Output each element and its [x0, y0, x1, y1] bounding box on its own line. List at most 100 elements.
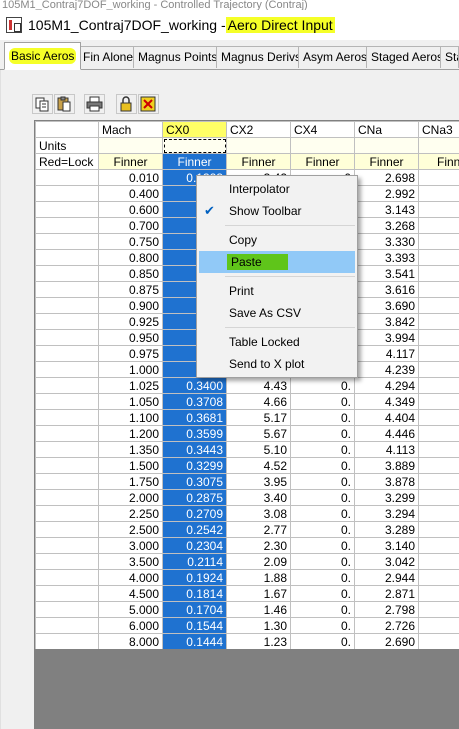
cell-cx2[interactable]: 1.88	[226, 569, 291, 586]
source-cell[interactable]: Finner	[226, 153, 291, 170]
cell-cx2[interactable]: 5.67	[226, 425, 291, 442]
cell-cna[interactable]: 4.113	[354, 441, 419, 458]
cell-cx4[interactable]: 0.	[290, 505, 355, 522]
cell-cna[interactable]: 3.616	[354, 281, 419, 298]
column-header-cx4[interactable]: CX4	[290, 121, 355, 138]
units-cell[interactable]	[418, 137, 459, 154]
cell-cna3[interactable]	[418, 521, 459, 538]
cell-cna3[interactable]	[418, 409, 459, 426]
units-cell[interactable]	[98, 137, 163, 154]
cell-cna3[interactable]	[418, 345, 459, 362]
cell-cna[interactable]: 3.690	[354, 297, 419, 314]
cell-cx4[interactable]: 0.	[290, 425, 355, 442]
cell-mach[interactable]: 1.500	[98, 457, 163, 474]
cell-cna3[interactable]	[418, 441, 459, 458]
cell-mach[interactable]: 0.975	[98, 345, 163, 362]
paste-icon[interactable]	[54, 94, 75, 114]
cell-cna[interactable]: 3.299	[354, 489, 419, 506]
print-icon[interactable]	[84, 94, 105, 114]
cell-cx2[interactable]: 1.67	[226, 585, 291, 602]
cell-cx4[interactable]: 0.	[290, 617, 355, 634]
cell-cx0[interactable]: 0.2114	[162, 553, 227, 570]
cell-cx2[interactable]: 1.30	[226, 617, 291, 634]
cell-cx2[interactable]: 3.95	[226, 473, 291, 490]
column-header-cna[interactable]: CNa	[354, 121, 419, 138]
cell-mach[interactable]: 1.000	[98, 361, 163, 378]
cell-cna[interactable]: 3.842	[354, 313, 419, 330]
cell-cx0[interactable]: 0.3075	[162, 473, 227, 490]
clear-icon[interactable]	[138, 94, 159, 114]
cell-cna[interactable]: 4.404	[354, 409, 419, 426]
cell-cna3[interactable]	[418, 217, 459, 234]
cell-mach[interactable]: 1.200	[98, 425, 163, 442]
cell-cx4[interactable]: 0.	[290, 585, 355, 602]
cell-cna3[interactable]	[418, 297, 459, 314]
menu-item-table-locked[interactable]: Table Locked	[197, 331, 357, 353]
cell-mach[interactable]: 3.000	[98, 537, 163, 554]
source-cell[interactable]: Finner	[290, 153, 355, 170]
cell-cx2[interactable]: 2.09	[226, 553, 291, 570]
cell-cna[interactable]: 2.798	[354, 601, 419, 618]
cell-cx0[interactable]: 0.3681	[162, 409, 227, 426]
cell-mach[interactable]: 3.500	[98, 553, 163, 570]
cell-cna[interactable]: 2.726	[354, 617, 419, 634]
cell-cna3[interactable]	[418, 585, 459, 602]
menu-item-copy[interactable]: Copy	[197, 229, 357, 251]
cell-cx4[interactable]: 0.	[290, 537, 355, 554]
cell-cx4[interactable]: 0.	[290, 601, 355, 618]
cell-mach[interactable]: 1.100	[98, 409, 163, 426]
cell-cna3[interactable]	[418, 553, 459, 570]
cell-cx0[interactable]: 0.2875	[162, 489, 227, 506]
column-header-mach[interactable]: Mach	[98, 121, 163, 138]
cell-mach[interactable]: 0.925	[98, 313, 163, 330]
cell-cx4[interactable]: 0.	[290, 441, 355, 458]
cell-mach[interactable]: 0.010	[98, 169, 163, 186]
cell-cna3[interactable]	[418, 265, 459, 282]
cell-cx0[interactable]: 0.2709	[162, 505, 227, 522]
tab-sta[interactable]: Sta	[440, 46, 459, 68]
cell-cna3[interactable]	[418, 281, 459, 298]
cell-cna[interactable]: 3.393	[354, 249, 419, 266]
cell-cx0[interactable]: 0.3443	[162, 441, 227, 458]
cell-cx2[interactable]: 5.10	[226, 441, 291, 458]
cell-cna[interactable]: 3.042	[354, 553, 419, 570]
units-cell[interactable]	[290, 137, 355, 154]
cell-cx2[interactable]: 2.77	[226, 521, 291, 538]
cell-cx4[interactable]: 0.	[290, 473, 355, 490]
cell-cx2[interactable]: 4.66	[226, 393, 291, 410]
cell-cna[interactable]: 3.889	[354, 457, 419, 474]
cell-cx4[interactable]: 0.	[290, 521, 355, 538]
cell-cna[interactable]: 4.294	[354, 377, 419, 394]
cell-cna[interactable]: 2.690	[354, 633, 419, 649]
cell-cna3[interactable]	[418, 601, 459, 618]
cell-cna3[interactable]	[418, 537, 459, 554]
cell-mach[interactable]: 0.400	[98, 185, 163, 202]
source-cell[interactable]: Finne	[418, 153, 459, 170]
column-header-cx0[interactable]: CX0	[162, 121, 227, 138]
cell-mach[interactable]: 0.700	[98, 217, 163, 234]
units-cell[interactable]	[354, 137, 419, 154]
cell-cna3[interactable]	[418, 617, 459, 634]
cell-cx4[interactable]: 0.	[290, 569, 355, 586]
cell-cx0[interactable]: 0.1814	[162, 585, 227, 602]
cell-mach[interactable]: 1.750	[98, 473, 163, 490]
cell-cna[interactable]: 3.994	[354, 329, 419, 346]
menu-item-print[interactable]: Print	[197, 280, 357, 302]
cell-cna[interactable]: 2.992	[354, 185, 419, 202]
cell-cna[interactable]: 2.944	[354, 569, 419, 586]
tab-magnus-points[interactable]: Magnus Points	[133, 46, 223, 68]
cell-cna3[interactable]	[418, 633, 459, 649]
cell-mach[interactable]: 0.950	[98, 329, 163, 346]
cell-cna[interactable]: 3.878	[354, 473, 419, 490]
cell-cna3[interactable]	[418, 377, 459, 394]
cell-cna3[interactable]	[418, 361, 459, 378]
cell-cx2[interactable]: 4.52	[226, 457, 291, 474]
cell-cx4[interactable]: 0.	[290, 489, 355, 506]
cell-cx0[interactable]: 0.3599	[162, 425, 227, 442]
units-cell-cx0[interactable]	[162, 137, 227, 154]
cell-cx0[interactable]: 0.2304	[162, 537, 227, 554]
cell-mach[interactable]: 6.000	[98, 617, 163, 634]
cell-cx0[interactable]: 0.3299	[162, 457, 227, 474]
cell-cna[interactable]: 2.871	[354, 585, 419, 602]
column-header-cna3[interactable]: CNa3	[418, 121, 459, 138]
